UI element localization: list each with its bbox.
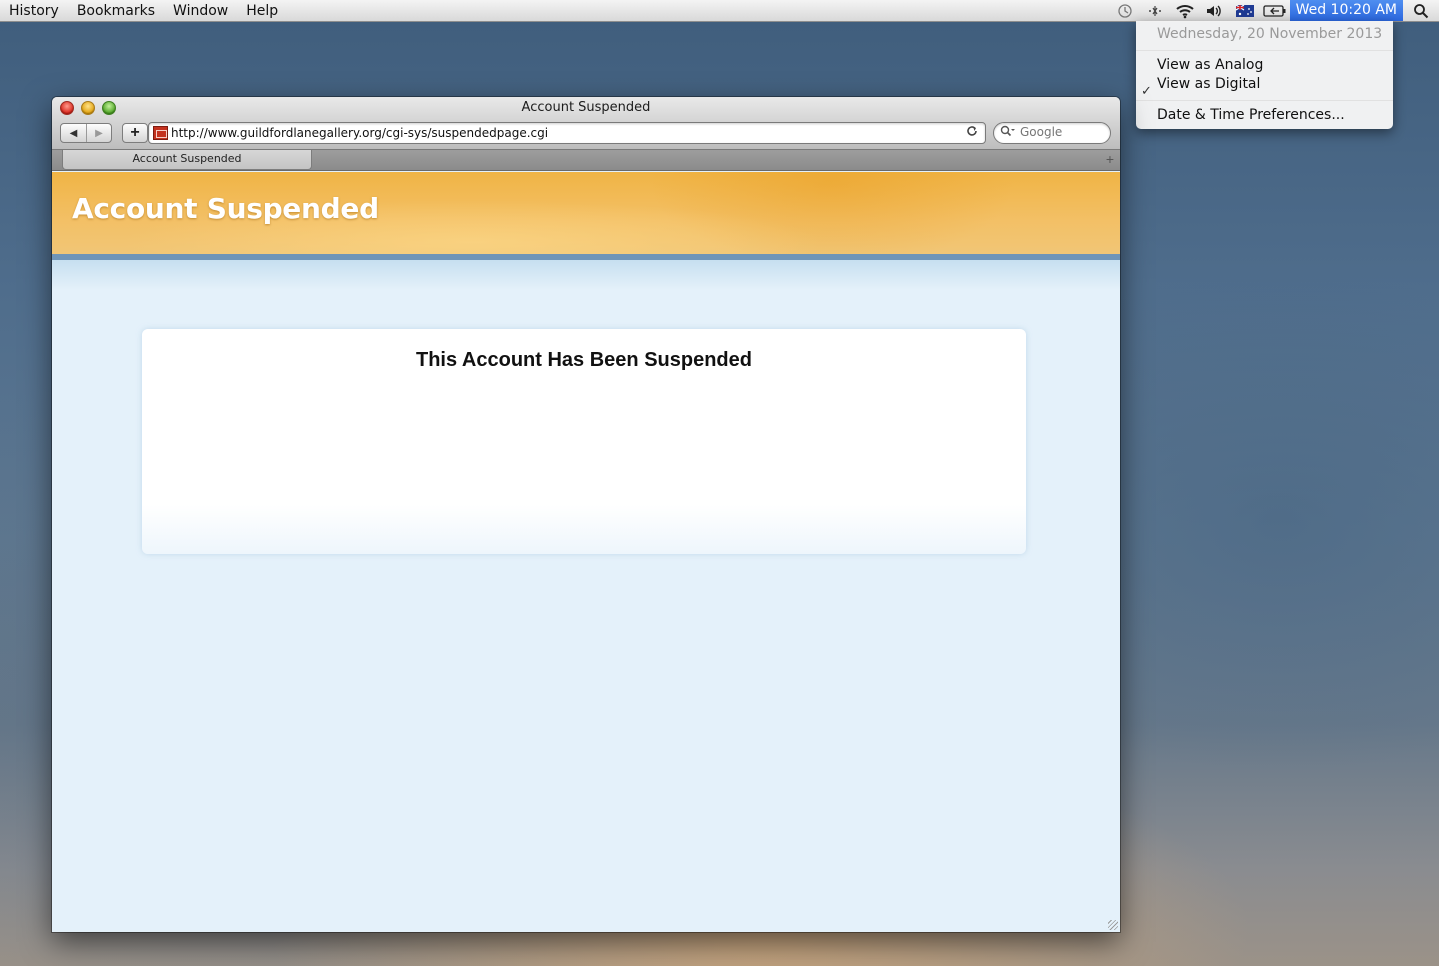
forward-button[interactable]: ▶ (85, 124, 111, 142)
reload-icon[interactable] (965, 124, 979, 141)
menubar-clock[interactable]: Wed 10:20 AM (1289, 0, 1403, 21)
menu-item-view-as-digital[interactable]: View as Digital (1157, 76, 1260, 92)
menu-bookmarks[interactable]: Bookmarks (68, 0, 164, 21)
menu-bar-items: History Bookmarks Window Help (0, 0, 287, 21)
tab-account-suspended[interactable]: Account Suspended (62, 150, 312, 170)
message-card: This Account Has Been Suspended (142, 329, 1026, 554)
bluetooth-icon[interactable] (1140, 0, 1170, 21)
suspended-heading: This Account Has Been Suspended (416, 349, 752, 371)
page-band (52, 260, 1120, 290)
menu-history[interactable]: History (0, 0, 68, 21)
window-title: Account Suspended (521, 100, 651, 115)
time-machine-icon[interactable] (1110, 0, 1140, 21)
browser-window: Account Suspended ◀ ▶ + http://www.guild… (52, 97, 1120, 932)
status-area: Wed 10:20 AM (1110, 0, 1439, 21)
menu-window[interactable]: Window (164, 0, 237, 21)
spotlight-search-icon[interactable] (1403, 0, 1439, 21)
new-tab-icon[interactable]: + (1106, 151, 1114, 167)
search-input[interactable] (1020, 125, 1106, 139)
checkmark-icon: ✓ (1141, 84, 1152, 99)
battery-icon[interactable] (1260, 0, 1290, 21)
volume-icon[interactable] (1200, 0, 1230, 21)
menu-separator (1136, 50, 1393, 51)
search-icon (1000, 125, 1016, 142)
search-field[interactable] (993, 122, 1111, 144)
url-text[interactable]: http://www.guildfordlanegallery.org/cgi-… (171, 126, 548, 140)
clock-menu-date: Wednesday, 20 November 2013 (1157, 26, 1383, 42)
add-bookmark-button[interactable]: + (122, 123, 148, 143)
menu-separator (1136, 100, 1393, 101)
menu-item-view-as-analog[interactable]: View as Analog (1157, 57, 1263, 73)
web-page: Account Suspended This Account Has Been … (52, 172, 1120, 932)
menu-bar: History Bookmarks Window Help Wed 10:20 … (0, 0, 1439, 22)
navigation-buttons: ◀ ▶ (60, 123, 112, 143)
clock-menu: Wednesday, 20 November 2013 View as Anal… (1136, 21, 1393, 129)
wifi-icon[interactable] (1170, 0, 1200, 21)
flag-australia-icon[interactable] (1230, 0, 1260, 21)
window-titlebar[interactable]: Account Suspended ◀ ▶ + http://www.guild… (52, 97, 1120, 150)
site-favicon-icon (153, 126, 168, 140)
menu-help[interactable]: Help (237, 0, 287, 21)
address-bar[interactable]: http://www.guildfordlanegallery.org/cgi-… (148, 122, 986, 144)
tab-bar: Account Suspended + (52, 150, 1120, 171)
resize-handle-icon[interactable] (1108, 920, 1118, 930)
page-banner: Account Suspended (52, 172, 1120, 254)
menu-item-date-time-preferences[interactable]: Date & Time Preferences... (1157, 107, 1345, 123)
banner-title: Account Suspended (72, 192, 379, 225)
back-button[interactable]: ◀ (61, 124, 86, 142)
